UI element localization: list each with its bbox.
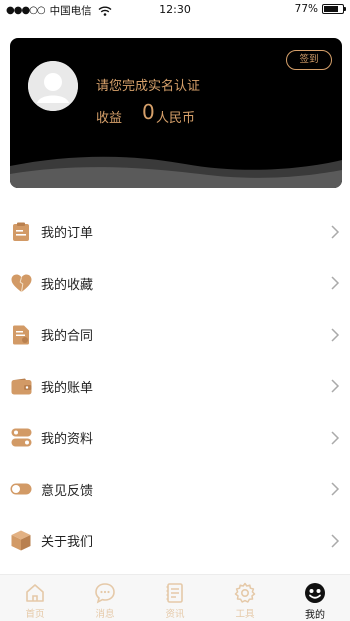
- wave-decoration: [10, 156, 342, 188]
- profile-card: 请您完成实名认证 收益 0 人民币 签到: [10, 38, 342, 188]
- battery-icon: [322, 4, 346, 14]
- tab-label: 工具: [235, 609, 255, 620]
- home-icon: [26, 584, 44, 602]
- tab-messages[interactable]: 消息: [70, 575, 140, 621]
- income-unit: 人民币: [156, 111, 196, 126]
- signin-button[interactable]: 签到: [286, 50, 332, 70]
- default-avatar-icon: [28, 61, 78, 111]
- menu-item-about-us[interactable]: 关于我们: [0, 515, 350, 567]
- avatar[interactable]: [28, 61, 78, 111]
- battery-percent: 77%: [294, 3, 318, 15]
- toggle-icon: [10, 478, 32, 500]
- menu-item-profile-data[interactable]: 我的资料: [0, 412, 350, 464]
- status-bar: ●●●○○ 中国电信 12:30 77%: [0, 0, 350, 20]
- income-label: 收益: [96, 111, 123, 126]
- smiley-icon: [305, 583, 325, 603]
- chevron-right-icon: [331, 431, 340, 445]
- tab-label: 资讯: [165, 609, 185, 620]
- tab-label: 首页: [25, 609, 45, 620]
- status-right: 77%: [294, 3, 346, 15]
- menu-item-label: 意见反馈: [41, 483, 94, 499]
- heart-icon: [10, 272, 32, 294]
- chevron-right-icon: [331, 328, 340, 342]
- menu-item-label: 我的账单: [41, 380, 94, 396]
- menu-item-favorites[interactable]: 我的收藏: [0, 258, 350, 310]
- menu-item-contracts[interactable]: 我的合同: [0, 309, 350, 361]
- verify-prompt-link[interactable]: 请您完成实名认证: [96, 75, 200, 94]
- bottom-tab-bar: 首页 消息 资讯 工具 我的: [0, 574, 350, 621]
- chevron-right-icon: [331, 482, 340, 496]
- menu-item-label: 我的订单: [41, 226, 94, 242]
- menu-item-label: 关于我们: [41, 535, 94, 551]
- menu-item-bills[interactable]: 我的账单: [0, 361, 350, 413]
- menu-item-orders[interactable]: 我的订单: [0, 206, 350, 258]
- tab-label: 消息: [95, 609, 115, 620]
- menu-item-label: 我的收藏: [41, 277, 94, 293]
- chevron-right-icon: [331, 225, 340, 239]
- chevron-right-icon: [331, 534, 340, 548]
- box-icon: [10, 530, 32, 552]
- chevron-right-icon: [331, 379, 340, 393]
- menu-item-label: 我的资料: [41, 432, 94, 448]
- tab-tools[interactable]: 工具: [210, 575, 280, 621]
- gear-icon: [234, 582, 256, 603]
- clipboard-icon: [10, 221, 32, 243]
- tab-news[interactable]: 资讯: [140, 575, 210, 621]
- income-value: 0: [142, 100, 155, 124]
- news-icon: [166, 583, 183, 603]
- tab-mine[interactable]: 我的: [280, 575, 350, 621]
- tab-home[interactable]: 首页: [0, 575, 70, 621]
- chevron-right-icon: [331, 276, 340, 290]
- menu-item-label: 我的合同: [41, 329, 94, 345]
- tab-label: 我的: [305, 610, 325, 621]
- menu-item-feedback[interactable]: 意见反馈: [0, 464, 350, 516]
- profile-data-icon: [10, 427, 32, 449]
- wallet-icon: [10, 375, 32, 397]
- contract-icon: [10, 324, 32, 346]
- battery-fill: [324, 6, 338, 12]
- menu-list: 我的订单 我的收藏 我的合同 我的账单 我的资料 意见反馈 关于我们: [0, 206, 350, 567]
- message-icon: [95, 583, 115, 604]
